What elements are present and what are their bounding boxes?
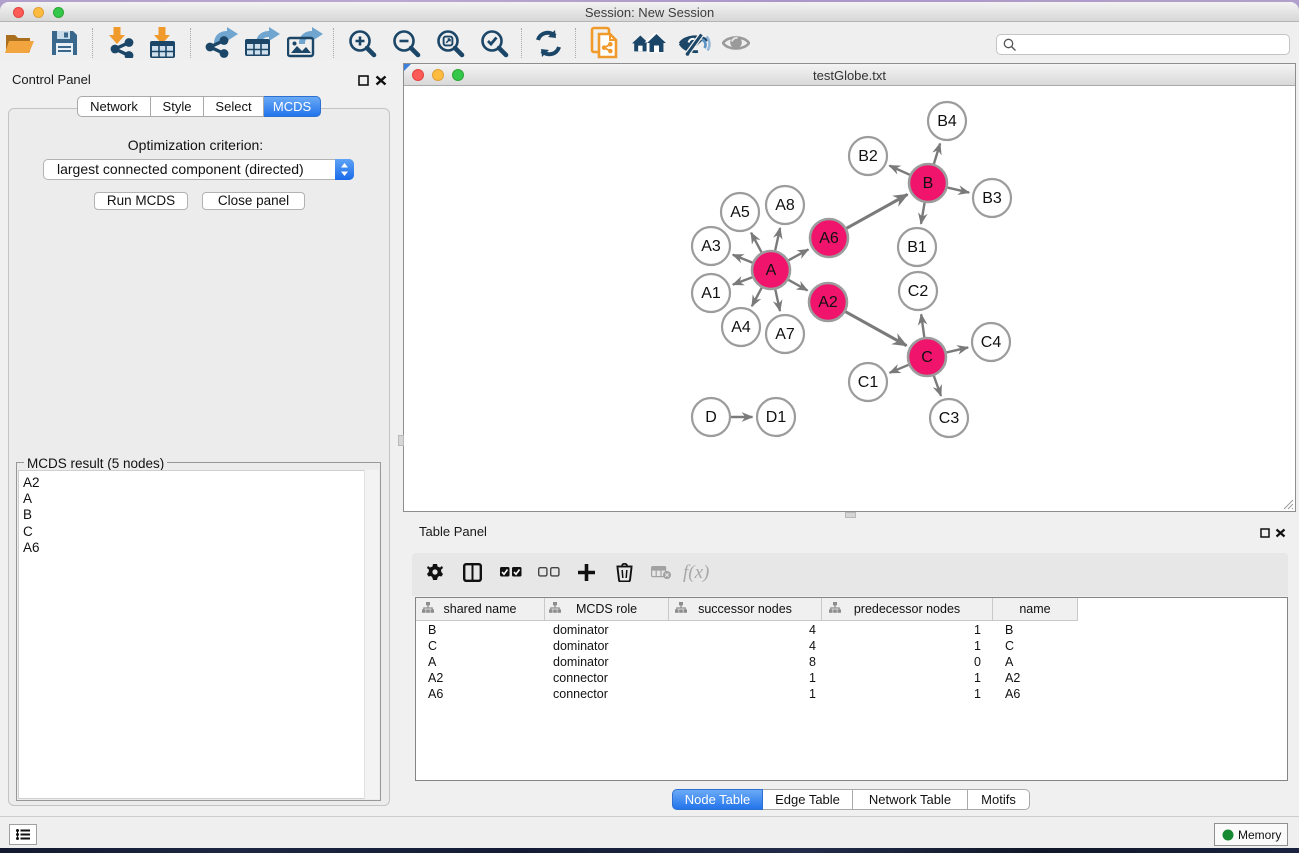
svg-text:B: B [923, 175, 934, 192]
svg-text:f(x): f(x) [683, 562, 709, 582]
svg-text:A2: A2 [818, 294, 838, 311]
svg-text:C3: C3 [939, 410, 960, 427]
svg-text:A5: A5 [730, 204, 750, 221]
svg-text:A8: A8 [775, 197, 795, 214]
svg-text:A6: A6 [819, 230, 839, 247]
svg-text:C2: C2 [908, 283, 929, 300]
svg-text:B3: B3 [982, 190, 1002, 207]
svg-text:A1: A1 [701, 285, 721, 302]
svg-text:C1: C1 [858, 374, 879, 391]
svg-text:D: D [705, 409, 717, 426]
svg-text:D1: D1 [766, 409, 787, 426]
svg-text:A3: A3 [701, 238, 721, 255]
svg-text:B2: B2 [858, 148, 878, 165]
svg-text:C: C [921, 349, 933, 366]
svg-text:A7: A7 [775, 326, 795, 343]
svg-text:A: A [766, 262, 777, 279]
svg-text:A4: A4 [731, 319, 751, 336]
svg-text:B1: B1 [907, 239, 927, 256]
svg-text:C4: C4 [981, 334, 1002, 351]
svg-text:B4: B4 [937, 113, 957, 130]
